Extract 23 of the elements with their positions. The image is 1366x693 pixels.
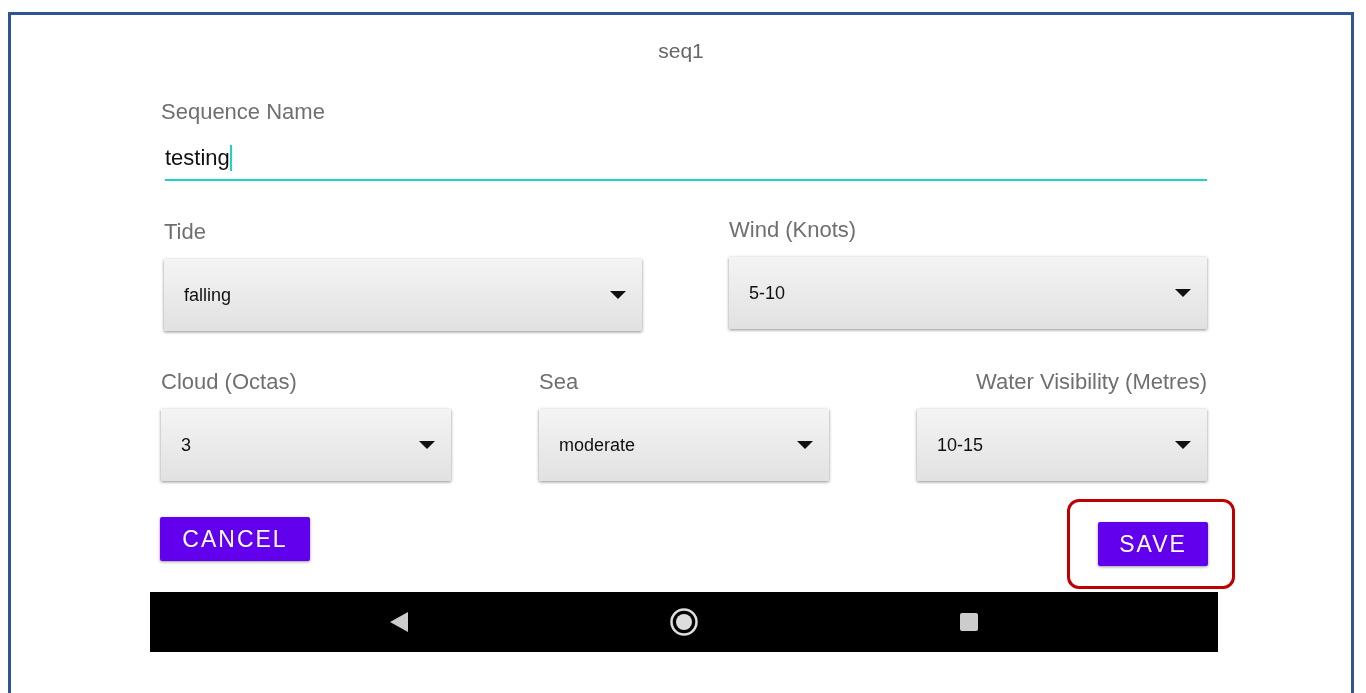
field-label: Sequence Name xyxy=(161,99,325,125)
dropdown-caret-icon xyxy=(419,441,435,449)
dropdown-caret-icon xyxy=(610,291,626,299)
field-label: Wind (Knots) xyxy=(729,217,858,243)
field-label: Sea xyxy=(539,369,580,395)
home-icon[interactable] xyxy=(669,607,699,637)
screen-title: seq1 xyxy=(658,39,704,63)
field-label: Tide xyxy=(164,219,207,245)
dropdown[interactable]: 10-15 xyxy=(917,409,1207,481)
dropdown[interactable]: 3 xyxy=(161,409,451,481)
input-field[interactable]: testing xyxy=(165,137,1207,181)
field-label: Water Visibility (Metres) xyxy=(975,369,1207,395)
dropdown[interactable]: falling xyxy=(164,259,642,331)
save-button[interactable]: SAVE xyxy=(1098,522,1208,566)
back-icon[interactable] xyxy=(390,612,409,632)
dropdown-caret-icon xyxy=(797,441,813,449)
dropdown-caret-icon xyxy=(1175,289,1191,297)
recents-icon[interactable] xyxy=(959,613,978,631)
cancel-button[interactable]: CANCEL xyxy=(160,517,310,561)
dropdown-caret-icon xyxy=(1175,441,1191,449)
dropdown[interactable]: 5-10 xyxy=(729,257,1207,329)
field-label: Cloud (Octas) xyxy=(161,369,298,395)
dropdown[interactable]: moderate xyxy=(539,409,829,481)
